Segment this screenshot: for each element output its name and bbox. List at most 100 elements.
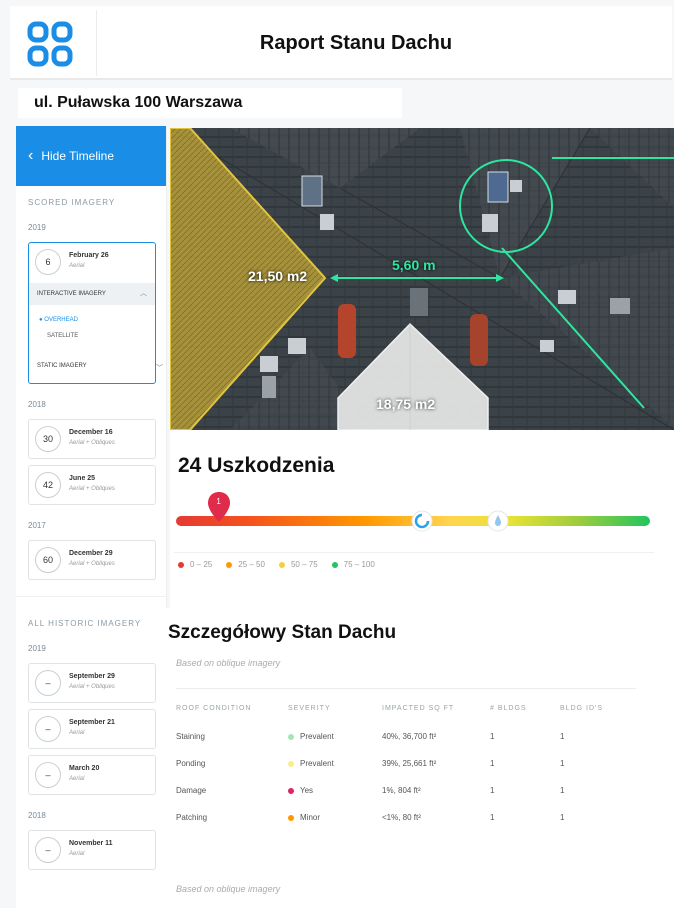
column-header: # BLDGS [490,688,560,724]
bldgs-cell: 1 [490,786,495,795]
score-circle: 30 [35,426,61,452]
historic-imagery-heading: ALL HISTORIC IMAGERY [16,596,166,634]
bldgs-cell: 1 [490,813,495,822]
condition-cell: Ponding [176,759,206,768]
legend-label: 50 – 75 [290,560,318,569]
damage-count-title: 24 Uszkodzenia [178,454,335,477]
damage-pin-marker: 1 [207,492,230,527]
score-circle: – [35,837,61,863]
pin-value: 1 [216,497,221,506]
loading-circle-marker [411,510,433,537]
score-circle: 42 [35,472,61,498]
chevron-down-icon: ﹀ [156,365,163,372]
damage-panel: 24 Uszkodzenia 1 0 – 25 25 – 50 50 – 75 [170,430,674,608]
drop-marker [487,510,509,537]
impacted-cell: 40%, 36,700 ft² [382,732,437,741]
card-date: September 29 [69,673,115,680]
card-type: Aerial [69,263,85,269]
table-header-row: ROOF CONDITION SEVERITY IMPACTED SQ FT #… [176,688,636,724]
roof-aerial-image[interactable]: 21,50 m2 5,60 m 18,75 m2 [170,128,674,430]
details-title: Szczegółowy Stan Dachu [168,622,397,643]
legend-item: 50 – 75 [278,560,318,569]
severity-dot-icon [288,787,294,794]
legend-item: 25 – 50 [226,560,265,569]
severity-label: Prevalent [300,759,334,768]
year-label: 2017 [28,521,46,530]
area-left-label: 21,50 m2 [248,268,308,284]
column-header: SEVERITY [288,688,382,724]
legend-item: 0 – 25 [178,560,212,569]
card-type: Aerial [69,730,85,736]
severity-label: Prevalent [300,732,334,741]
card-type: Aerial + Obliques [69,561,115,567]
legend-dot-orange-icon [226,561,233,568]
year-label: 2018 [28,400,46,409]
legend-label: 0 – 25 [190,560,213,569]
interactive-imagery-toggle[interactable]: INTERACTIVE IMAGERY ︿ [29,283,155,305]
column-header: ROOF CONDITION [176,688,288,724]
water-drop-icon [487,510,509,532]
bldg-ids-cell: 1 [560,732,565,741]
year-label: 2019 [28,223,46,232]
legend-dot-yellow-icon [278,561,285,568]
damage-legend: 0 – 25 25 – 50 50 – 75 75 – 100 [178,560,375,569]
timeline-card[interactable]: 60 December 29 Aerial + Obliques [28,540,156,580]
card-date: December 29 [69,550,113,557]
legend-dot-red-icon [178,561,184,568]
timeline-card[interactable]: 42 June 25 Aerial + Obliques [28,465,156,505]
interactive-imagery-label: INTERACTIVE IMAGERY [37,291,106,297]
impacted-cell: 1%, 804 ft² [382,786,421,795]
page: Raport Stanu Dachu ul. Puławska 100 Wars… [0,0,674,908]
legend-item: 75 – 100 [331,560,375,569]
static-imagery-toggle[interactable]: STATIC IMAGERY ﹀ [37,363,171,372]
overhead-option[interactable]: ● OVERHEAD [39,317,78,323]
table-row: Ponding Prevalent 39%, 25,661 ft² 1 1 [176,751,636,778]
year-label: 2019 [28,644,46,653]
overhead-label: OVERHEAD [44,317,78,323]
condition-cell: Staining [176,732,205,741]
based-on-note: Based on oblique imagery [176,658,281,668]
card-type: Aerial + Obliques [69,440,115,446]
timeline-card[interactable]: 30 December 16 Aerial + Obliques [28,419,156,459]
details-panel: Szczegółowy Stan Dachu Based on oblique … [160,608,674,908]
timeline-card[interactable]: – March 20 Aerial [28,755,156,795]
address-label: ul. Puławska 100 Warszawa [18,88,402,118]
card-date: September 21 [69,719,115,726]
progress-ring-icon [411,510,433,532]
satellite-option[interactable]: SATELLITE [47,333,78,339]
card-date: March 20 [69,765,100,772]
scored-imagery-heading: SCORED IMAGERY [28,198,116,207]
year-label: 2018 [28,811,46,820]
card-date: June 25 [69,475,96,482]
condition-cell: Damage [176,786,207,795]
score-circle: 60 [35,547,61,573]
legend-divider [174,552,654,553]
severity-dot-icon [288,814,294,821]
card-type: Aerial + Obliques [69,486,115,492]
card-type: Aerial [69,776,85,782]
card-date: November 11 [69,840,113,847]
distance-label: 5,60 m [392,257,436,273]
chevron-up-icon: ︿ [140,290,147,297]
timeline-card[interactable]: – November 11 Aerial [28,830,156,870]
timeline-sidebar: ‹ Hide Timeline SCORED IMAGERY 2019 6 Feb… [16,126,167,908]
chevron-left-icon: ‹ [28,147,34,164]
card-date: February 26 [69,252,109,259]
hide-timeline-label: Hide Timeline [41,149,115,163]
severity-label: Minor [300,813,321,822]
timeline-card-active[interactable]: 6 February 26 Aerial INTERACTIVE IMAGERY… [28,242,163,384]
timeline-card[interactable]: – September 21 Aerial [28,709,156,749]
card-date: December 16 [69,429,113,436]
severity-label: Yes [300,786,314,795]
timeline-card[interactable]: – September 29 Aerial + Obliques [28,663,156,703]
legend-dot-green-icon [331,561,338,568]
legend-label: 25 – 50 [238,560,265,569]
severity-cell: Prevalent [288,724,382,751]
static-imagery-label: STATIC IMAGERY [37,363,87,369]
hide-timeline-button[interactable]: ‹ Hide Timeline [16,126,166,186]
score-circle: – [35,762,61,788]
condition-cell: Patching [176,813,208,822]
impacted-cell: 39%, 25,661 ft² [382,759,437,768]
column-header: IMPACTED SQ FT [382,688,490,724]
bldgs-cell: 1 [490,759,495,768]
